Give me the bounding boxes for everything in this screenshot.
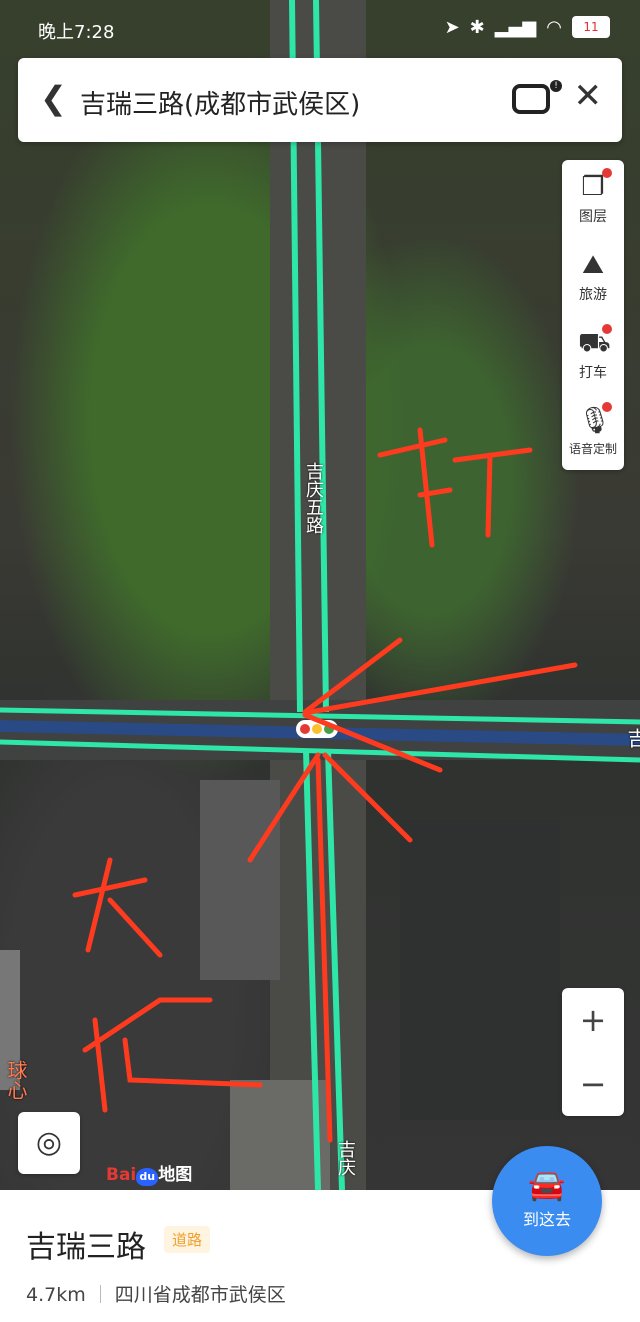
notification-dot-icon: ! [550, 80, 562, 92]
poi-label-west: 球心 [4, 1060, 28, 1100]
layers-icon: ❐ [578, 168, 612, 202]
building [400, 820, 560, 1120]
tool-label: 打车 [579, 365, 607, 381]
tool-voice[interactable]: 🎙 语音定制 [562, 394, 624, 472]
zoom-in-button[interactable]: + [562, 988, 624, 1052]
place-name: 吉瑞三路 [26, 1230, 146, 1265]
tool-label: 语音定制 [568, 442, 617, 456]
map-tool-panel: ❐ 图层 ⛰ 旅游 ⛟ 打车 🎙 语音定制 [562, 160, 624, 470]
zoom-out-button[interactable]: − [562, 1052, 624, 1116]
annotation-open-text [377, 427, 533, 548]
battery-icon: 11 [572, 16, 610, 38]
go-here-button[interactable]: 🚘 到这去 [492, 1146, 602, 1256]
place-distance: 4.7km [26, 1284, 86, 1306]
travel-icon: ⛰ [582, 250, 604, 280]
location-arrow-icon: ➤ [444, 16, 460, 38]
zoom-control: + − [562, 988, 624, 1116]
tool-layers[interactable]: ❐ 图层 [562, 160, 624, 238]
road-label-north: 吉庆五路 [303, 462, 324, 534]
traffic-light-red [300, 724, 310, 734]
microphone-icon: 🎙 [578, 402, 612, 436]
close-icon[interactable]: ✕ [574, 76, 603, 116]
satellite-map[interactable]: 吉庆五路 吉庆 吉 球心 [0, 0, 640, 1190]
tool-taxi[interactable]: ⛟ 打车 [562, 316, 624, 394]
signal-icon: ▂▄▆ [494, 16, 537, 38]
go-here-label: 到这去 [522, 1210, 571, 1229]
building [200, 780, 280, 980]
locate-me-button[interactable]: ◎ [18, 1112, 80, 1174]
map-overlay [0, 0, 640, 1190]
tool-label: 图层 [579, 209, 607, 225]
place-type-badge: 道路 [164, 1226, 211, 1253]
status-icons: ➤ ✱ ▂▄▆ ◠ 11 [445, 16, 610, 38]
status-bar: 晚上7:28 ➤ ✱ ▂▄▆ ◠ 11 [0, 0, 640, 60]
back-icon[interactable]: ❮ [40, 80, 67, 116]
bluetooth-icon: ✱ [469, 16, 485, 38]
search-bar[interactable]: ❮ 吉瑞三路(成都市武侯区) ! ✕ [18, 58, 622, 142]
car-icon: 🚘 [528, 1168, 566, 1203]
tool-travel[interactable]: ⛰ 旅游 [562, 238, 624, 316]
wifi-icon: ◠ [546, 16, 562, 38]
search-title[interactable]: 吉瑞三路(成都市武侯区) [80, 84, 360, 121]
assistant-robot-icon[interactable] [512, 84, 550, 114]
place-details: 4.7km 四川省成都市武侯区 [26, 1280, 286, 1307]
status-time: 晚上7:28 [38, 22, 115, 43]
place-address: 四川省成都市武侯区 [114, 1284, 286, 1306]
crosshair-icon: ◎ [35, 1125, 63, 1160]
road-label-south: 吉庆 [335, 1140, 356, 1176]
road-label-east: 吉 [624, 728, 640, 748]
traffic-light-yellow [312, 724, 322, 734]
tool-label: 旅游 [579, 287, 607, 303]
baidu-map-logo: Bai du 地图 [106, 1165, 193, 1186]
taxi-icon: ⛟ [578, 324, 612, 358]
